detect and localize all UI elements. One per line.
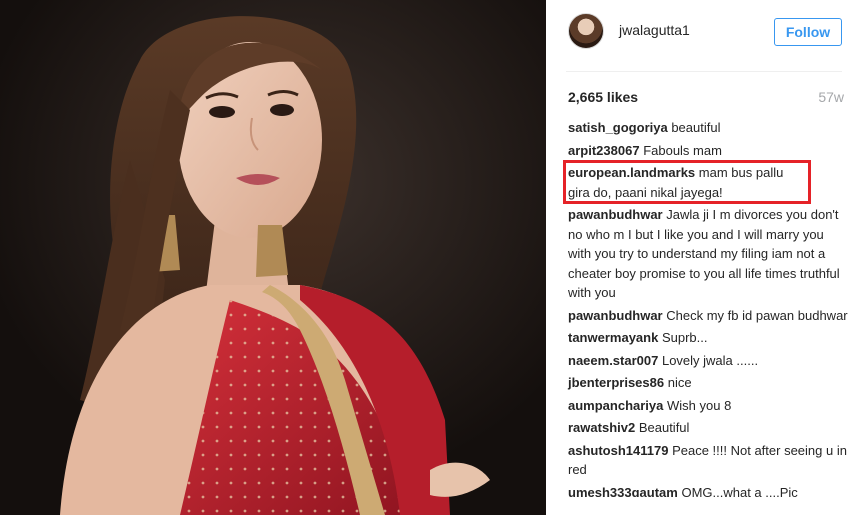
comment-author[interactable]: satish_gogoriya <box>568 120 668 135</box>
comment-author[interactable]: jbenterprises86 <box>568 375 664 390</box>
comment-item: ashutosh141179 Peace !!!! Not after seei… <box>568 441 850 480</box>
comment-author[interactable]: umesh333gautam <box>568 485 678 497</box>
post-photo[interactable] <box>0 0 546 515</box>
comment-author[interactable]: arpit238067 <box>568 143 640 158</box>
post-header: jwalagutta1 Follow <box>546 0 851 62</box>
comment-item: umesh333gautam OMG...what a ....Pic <box>568 483 850 497</box>
comment-item: pawanbudhwar Check my fb id pawan budhwa… <box>568 306 850 326</box>
post-username[interactable]: jwalagutta1 <box>619 22 690 38</box>
comment-text: Lovely jwala ...... <box>661 352 759 368</box>
comment-item: pawanbudhwar Jawla ji I m divorces you d… <box>568 205 850 303</box>
comment-item: aumpanchariya Wish you 8 <box>568 396 850 416</box>
comment-item: rawatshiv2 Beautiful <box>568 418 850 438</box>
comment-text: Beautiful <box>638 420 690 435</box>
comment-text: Fabouls mam <box>643 142 722 158</box>
likes-count[interactable]: 2,665 likes <box>568 89 638 105</box>
comment-author[interactable]: pawanbudhwar <box>568 308 663 323</box>
comment-item: arpit238067 Fabouls mam <box>568 141 850 161</box>
comment-text: nice <box>667 375 692 390</box>
header-divider <box>566 71 842 72</box>
comment-list: satish_gogoriya beautiful arpit238067 Fa… <box>563 118 850 500</box>
comment-item: satish_gogoriya beautiful <box>568 118 850 138</box>
post-age[interactable]: 57w <box>818 89 844 105</box>
comment-author[interactable]: tanwermayank <box>568 330 658 345</box>
comment-author[interactable]: naeem.star007 <box>568 353 658 368</box>
comment-author[interactable]: pawanbudhwar <box>568 207 663 222</box>
comment-author[interactable]: rawatshiv2 <box>568 420 635 435</box>
post-photo-illustration <box>0 0 546 515</box>
comment-text: Wish you 8 <box>667 397 732 413</box>
comment-item-highlighted: european.landmarks mam bus pallu gira do… <box>563 160 811 204</box>
avatar[interactable] <box>568 13 604 49</box>
comment-author[interactable]: aumpanchariya <box>568 398 663 413</box>
comment-item: jbenterprises86 nice <box>568 373 850 393</box>
comment-item: naeem.star007 Lovely jwala ...... <box>568 351 850 371</box>
comment-item: tanwermayank Suprb... <box>568 328 850 348</box>
follow-button[interactable]: Follow <box>774 18 842 46</box>
comment-text: Check my fb id pawan budhwar <box>666 307 848 323</box>
likes-row: 2,665 likes 57w <box>568 89 844 107</box>
instagram-post-view: jwalagutta1 Follow 2,665 likes 57w satis… <box>0 0 851 515</box>
comment-text: OMG...what a ....Pic <box>681 484 798 497</box>
post-side-panel: jwalagutta1 Follow 2,665 likes 57w satis… <box>546 0 851 515</box>
comment-author[interactable]: ashutosh141179 <box>568 443 668 458</box>
comment-author[interactable]: european.landmarks <box>568 165 695 180</box>
comment-text: beautiful <box>671 120 721 135</box>
comment-text: Suprb... <box>661 330 708 345</box>
